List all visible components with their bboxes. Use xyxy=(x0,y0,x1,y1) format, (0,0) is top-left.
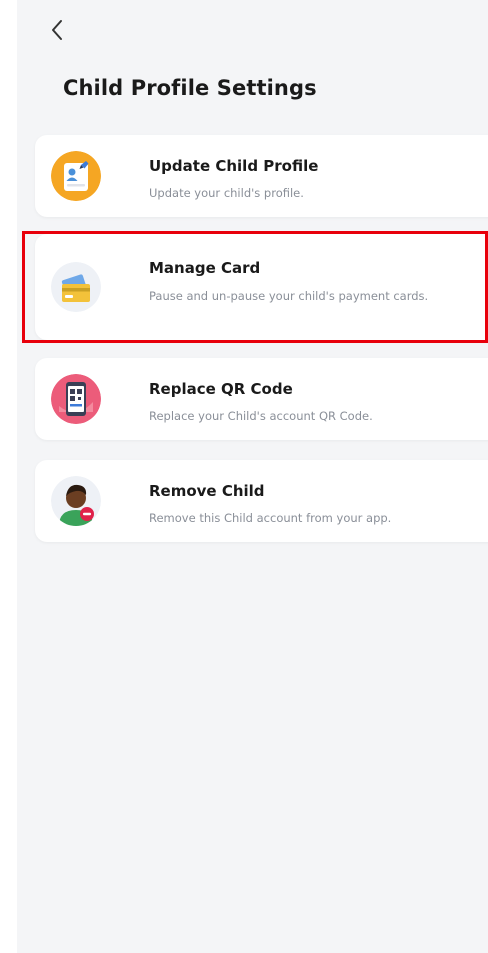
option-description: Remove this Child account from your app. xyxy=(149,511,392,525)
option-description: Pause and un-pause your child's payment … xyxy=(149,289,429,303)
back-button[interactable] xyxy=(41,14,73,46)
option-title: Remove Child xyxy=(149,482,265,500)
screen: Child Profile Settings Update Child Prof… xyxy=(17,0,488,953)
option-description: Update your child's profile. xyxy=(149,186,304,200)
option-title: Replace QR Code xyxy=(149,380,293,398)
qr-code-phone-icon xyxy=(51,374,101,424)
replace-qr-code-option[interactable]: Replace QR Code Replace your Child's acc… xyxy=(35,358,488,440)
remove-child-icon xyxy=(51,476,101,526)
page-title: Child Profile Settings xyxy=(63,76,317,100)
chevron-left-icon xyxy=(52,20,62,40)
update-child-profile-option[interactable]: Update Child Profile Update your child's… xyxy=(35,135,488,217)
remove-child-option[interactable]: Remove Child Remove this Child account f… xyxy=(35,460,488,542)
option-title: Update Child Profile xyxy=(149,157,319,175)
option-title: Manage Card xyxy=(149,259,261,277)
payment-cards-icon xyxy=(51,262,101,312)
profile-card-icon xyxy=(51,151,101,201)
manage-card-option[interactable]: Manage Card Pause and un-pause your chil… xyxy=(35,234,488,340)
option-description: Replace your Child's account QR Code. xyxy=(149,409,373,423)
